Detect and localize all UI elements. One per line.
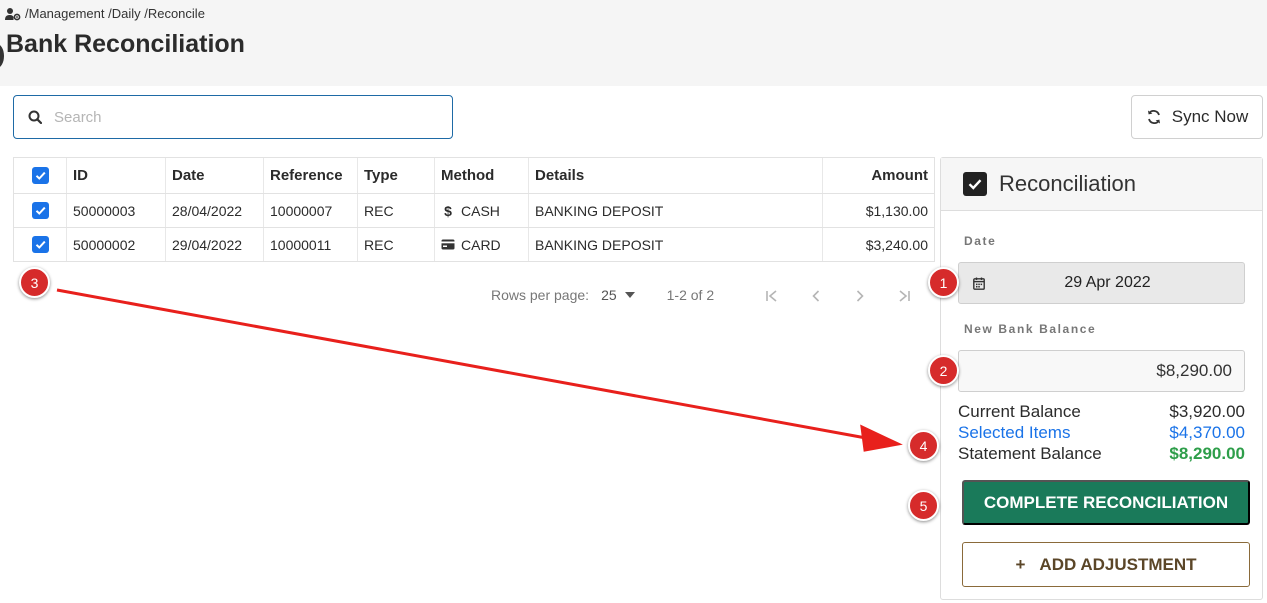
- cell-method: CARD: [435, 228, 529, 261]
- date-value: 29 Apr 2022: [1064, 274, 1151, 291]
- cell-amount: $3,240.00: [865, 236, 928, 253]
- table-row[interactable]: 50000003 28/04/2022 10000007 REC $ CASH …: [14, 194, 934, 228]
- date-picker[interactable]: 29 Apr 2022: [958, 262, 1245, 304]
- complete-reconciliation-button[interactable]: COMPLETE RECONCILIATION: [962, 480, 1250, 525]
- cell-details: BANKING DEPOSIT: [529, 194, 823, 227]
- column-header-reference[interactable]: Reference: [264, 158, 358, 193]
- cell-type: REC: [358, 228, 435, 261]
- date-label: Date: [964, 234, 997, 248]
- sync-icon: [1147, 110, 1160, 124]
- chevron-right-icon: [856, 290, 864, 302]
- current-balance-row: Current Balance $3,920.00: [958, 402, 1245, 422]
- column-header-details[interactable]: Details: [529, 158, 823, 193]
- cell-id: 50000003: [67, 194, 166, 227]
- row-checkbox[interactable]: [31, 236, 49, 253]
- breadcrumb-path[interactable]: /Management /Daily /Reconcile: [25, 6, 205, 21]
- column-header-method[interactable]: Method: [435, 158, 529, 193]
- column-header-id[interactable]: ID: [67, 158, 166, 193]
- transactions-table: ID Date Reference Type Method Details Am…: [13, 157, 935, 262]
- chevron-left-icon: [812, 290, 820, 302]
- selected-items-row[interactable]: Selected Items $4,370.00: [958, 423, 1245, 443]
- search-input[interactable]: [54, 108, 424, 126]
- column-header-amount[interactable]: Amount: [823, 158, 934, 193]
- search-box[interactable]: [13, 95, 453, 139]
- first-page-button[interactable]: [762, 287, 782, 305]
- step-marker-2: 2: [928, 355, 959, 386]
- last-page-icon: [899, 290, 910, 302]
- statement-balance-row: Statement Balance $8,290.00: [958, 444, 1245, 464]
- cell-amount: $1,130.00: [865, 202, 928, 219]
- selected-items-value: $4,370.00: [1169, 423, 1245, 442]
- select-all-checkbox[interactable]: [31, 167, 49, 184]
- cell-date: 29/04/2022: [166, 228, 264, 261]
- checkbox-checked-icon: [963, 172, 987, 196]
- calendar-icon: [973, 277, 985, 290]
- search-icon: [28, 110, 42, 124]
- step-marker-4: 4: [908, 430, 939, 461]
- sidebar-toggle-edge[interactable]: [0, 44, 4, 68]
- cell-details: BANKING DEPOSIT: [529, 228, 823, 261]
- current-balance-value: $3,920.00: [1169, 402, 1245, 421]
- breadcrumb: /Management /Daily /Reconcile: [5, 6, 205, 21]
- column-header-type[interactable]: Type: [358, 158, 435, 193]
- row-select-cell: [14, 194, 67, 227]
- select-all-cell: [14, 158, 67, 193]
- dollar-icon: $: [444, 202, 452, 219]
- credit-card-icon: [441, 239, 455, 250]
- current-balance-label: Current Balance: [958, 402, 1081, 421]
- user-settings-icon: [5, 7, 21, 20]
- sync-now-label: Sync Now: [1171, 107, 1249, 126]
- add-adjustment-button[interactable]: + ADD ADJUSTMENT: [962, 542, 1250, 587]
- method-label: CARD: [461, 236, 501, 253]
- row-select-cell: [14, 228, 67, 261]
- cell-reference: 10000007: [264, 194, 358, 227]
- cell-id: 50000002: [67, 228, 166, 261]
- statement-balance-label: Statement Balance: [958, 444, 1102, 463]
- check-icon: [35, 206, 46, 215]
- cell-reference: 10000011: [264, 228, 358, 261]
- chevron-down-icon[interactable]: [624, 292, 635, 298]
- selected-items-link[interactable]: Selected Items: [958, 423, 1070, 443]
- plus-icon: +: [1015, 554, 1026, 574]
- reconciliation-title: Reconciliation: [999, 171, 1136, 196]
- check-icon: [35, 171, 46, 180]
- add-adjustment-label: ADD ADJUSTMENT: [1039, 554, 1197, 574]
- new-bank-balance-input[interactable]: $8,290.00: [958, 350, 1245, 392]
- page-title: Bank Reconciliation: [6, 30, 245, 58]
- cell-method: $ CASH: [435, 194, 529, 227]
- new-bank-balance-label: New Bank Balance: [964, 322, 1097, 336]
- first-page-icon: [766, 290, 777, 302]
- rows-per-page-select[interactable]: 25: [601, 287, 617, 303]
- previous-page-button[interactable]: [806, 287, 826, 305]
- column-header-date[interactable]: Date: [166, 158, 264, 193]
- top-bar: /Management /Daily /Reconcile Bank Recon…: [0, 0, 1267, 86]
- cell-type: REC: [358, 194, 435, 227]
- row-checkbox[interactable]: [31, 202, 49, 219]
- pagination-range: 1-2 of 2: [666, 287, 715, 303]
- table-header-row: ID Date Reference Type Method Details Am…: [14, 158, 934, 194]
- method-label: CASH: [461, 202, 500, 219]
- last-page-button[interactable]: [894, 287, 914, 305]
- statement-balance-value: $8,290.00: [1169, 444, 1245, 463]
- reconciliation-panel: Reconciliation Date 29 Apr 2022 New Bank…: [940, 157, 1263, 600]
- table-row[interactable]: 50000002 29/04/2022 10000011 REC CARD BA…: [14, 228, 934, 262]
- cell-date: 28/04/2022: [166, 194, 264, 227]
- reconciliation-header: Reconciliation: [941, 158, 1262, 211]
- step-marker-3: 3: [19, 267, 50, 298]
- pagination: Rows per page: 25 1-2 of 2: [491, 287, 714, 303]
- step-marker-5: 5: [908, 490, 939, 521]
- rows-per-page-label: Rows per page:: [491, 287, 590, 303]
- check-icon: [35, 240, 46, 249]
- next-page-button[interactable]: [850, 287, 870, 305]
- sync-now-button[interactable]: Sync Now: [1131, 95, 1263, 139]
- step-marker-1: 1: [928, 267, 959, 298]
